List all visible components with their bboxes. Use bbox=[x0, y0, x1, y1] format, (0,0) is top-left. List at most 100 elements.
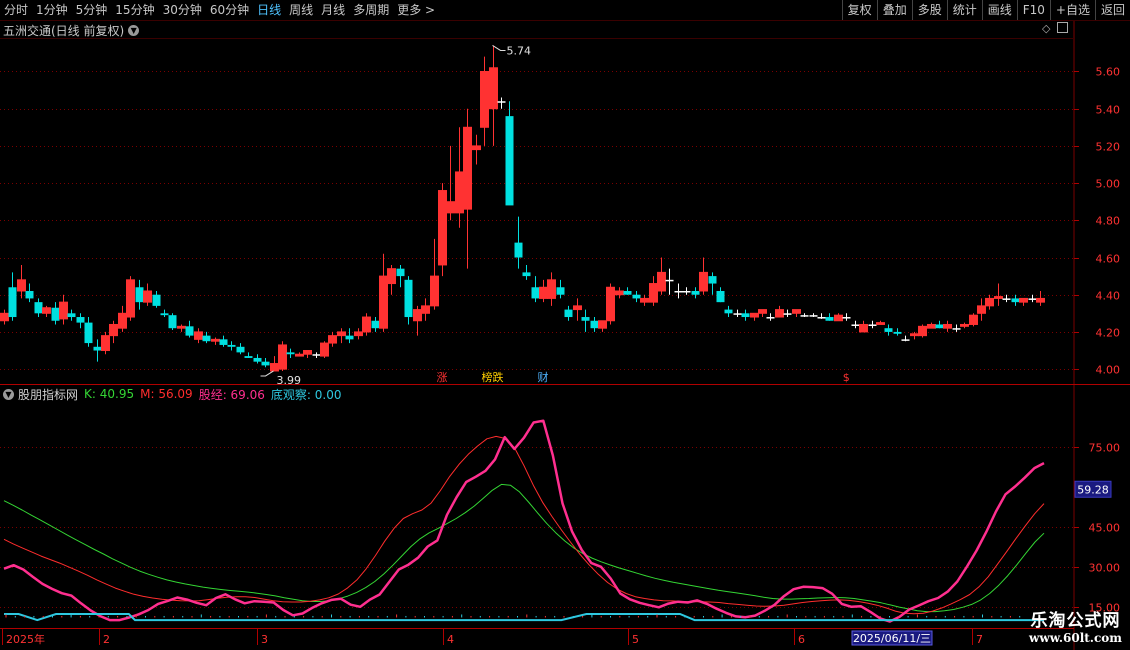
candle-body-up bbox=[354, 331, 363, 337]
candle-body-up bbox=[194, 331, 203, 340]
candle-body-down bbox=[851, 324, 860, 326]
candle-body-down bbox=[152, 294, 161, 306]
candle-body-up bbox=[480, 70, 489, 128]
candle-body-up bbox=[328, 335, 337, 344]
g-line bbox=[3, 419, 1045, 623]
candle-body-down bbox=[396, 268, 405, 277]
candle-body-up bbox=[985, 297, 994, 307]
candle-body-up bbox=[421, 305, 430, 314]
date-label: 4 bbox=[447, 633, 454, 646]
candle-body-up bbox=[430, 275, 439, 307]
candle-body-down bbox=[76, 317, 85, 323]
d-line bbox=[4, 613, 1044, 622]
candle-body-down bbox=[8, 287, 17, 318]
candle-body-up bbox=[413, 309, 422, 322]
candle-body-down bbox=[135, 287, 144, 303]
watermark: 乐淘公式网 www.60lt.com bbox=[1029, 606, 1122, 645]
current-value-label: 59.28 bbox=[1077, 483, 1109, 496]
candle-body-down bbox=[674, 290, 683, 293]
candle-body-down bbox=[825, 317, 834, 321]
candle-body-down bbox=[590, 320, 599, 329]
price-tick-label: 5.20 bbox=[1096, 141, 1121, 154]
price-tick-label: 4.40 bbox=[1096, 290, 1121, 303]
candle-body-up bbox=[177, 325, 186, 329]
candle-body-up bbox=[547, 279, 556, 299]
high-price-label: 5.74 bbox=[507, 44, 532, 57]
candle-body-down bbox=[682, 290, 691, 293]
high-pointer bbox=[492, 45, 506, 51]
candle-body-down bbox=[253, 357, 262, 362]
candle-body-down bbox=[404, 279, 413, 318]
candle-body-up bbox=[927, 323, 936, 329]
candle-body-down bbox=[67, 313, 76, 318]
price-tick-label: 4.20 bbox=[1096, 327, 1121, 340]
candle-body-down bbox=[842, 317, 851, 319]
candle-body-down bbox=[505, 116, 514, 206]
candle-body-down bbox=[34, 302, 43, 314]
candle-body-down bbox=[809, 315, 818, 317]
candle-body-down bbox=[766, 317, 775, 319]
candle-body-up bbox=[17, 279, 26, 292]
candle-body-down bbox=[25, 290, 34, 299]
candle-body-up bbox=[960, 323, 969, 327]
candle-body-down bbox=[51, 307, 60, 321]
candle-body-up bbox=[775, 309, 784, 318]
candle-body-up bbox=[143, 290, 152, 303]
candle-body-up bbox=[876, 322, 885, 325]
candle-body-up bbox=[320, 342, 329, 357]
candle-body-down bbox=[901, 339, 910, 341]
candle-body-up bbox=[1019, 297, 1028, 303]
candle-body-up bbox=[615, 290, 624, 296]
date-label: 6 bbox=[798, 633, 805, 646]
candle-body-down bbox=[371, 320, 380, 329]
candle-body-down bbox=[497, 101, 506, 103]
candle-body-down bbox=[716, 290, 725, 303]
candle-body-up bbox=[573, 305, 582, 311]
candle-body-up bbox=[859, 323, 868, 333]
candle-body-up bbox=[337, 331, 346, 337]
event-tag[interactable]: 涨 bbox=[436, 371, 447, 384]
candle-body-down bbox=[868, 324, 877, 326]
event-tag[interactable]: $ bbox=[843, 371, 850, 384]
candle-body-up bbox=[303, 350, 312, 355]
candle-body-down bbox=[93, 346, 102, 351]
candle-body-up bbox=[640, 297, 649, 303]
event-tag[interactable]: 财 bbox=[538, 370, 549, 384]
candle-body-up bbox=[379, 275, 388, 329]
chart-canvas[interactable]: 5.60 5.40 5.20 5.00 4.80 4.60 4.40 4.20 4.00 5.74… bbox=[0, 0, 1130, 650]
price-tick-label: 5.40 bbox=[1096, 104, 1121, 117]
candle-body-down bbox=[1011, 298, 1020, 303]
candle-body-up bbox=[994, 296, 1003, 299]
candle-body-up bbox=[792, 309, 801, 314]
candle-body-down bbox=[741, 313, 750, 318]
candle-body-down bbox=[817, 317, 826, 319]
candle-body-down bbox=[286, 352, 295, 355]
candle-body-down bbox=[893, 331, 902, 334]
candle-body-down bbox=[724, 309, 733, 314]
m-line bbox=[3, 483, 1045, 613]
candle-body-up bbox=[387, 268, 396, 285]
candle-body-down bbox=[1028, 298, 1037, 300]
candle-body-up bbox=[539, 286, 548, 299]
candle-body-down bbox=[623, 290, 632, 295]
candle-body-up bbox=[463, 126, 472, 210]
candle-body-down bbox=[800, 315, 809, 317]
candle-body-up bbox=[750, 312, 759, 318]
indicator-tick-label: 75.00 bbox=[1089, 442, 1121, 455]
candle-body-up bbox=[977, 305, 986, 314]
candle-body-up bbox=[758, 309, 767, 314]
candle-body-down bbox=[632, 294, 641, 299]
price-tick-label: 4.60 bbox=[1096, 253, 1121, 266]
candle-body-down bbox=[84, 322, 93, 344]
candle-body-down bbox=[202, 335, 211, 342]
candle-body-up bbox=[1036, 297, 1045, 303]
candle-body-down bbox=[1002, 298, 1011, 300]
candle-body-up bbox=[362, 316, 371, 333]
date-label: 2025年 bbox=[6, 632, 45, 646]
candle-body-down bbox=[691, 290, 700, 295]
event-tag[interactable]: 榜跌 bbox=[482, 370, 504, 384]
candle-body-down bbox=[236, 346, 245, 353]
candle-body-up bbox=[910, 333, 919, 337]
candle-body-down bbox=[884, 328, 893, 332]
candle-body-down bbox=[935, 324, 944, 329]
